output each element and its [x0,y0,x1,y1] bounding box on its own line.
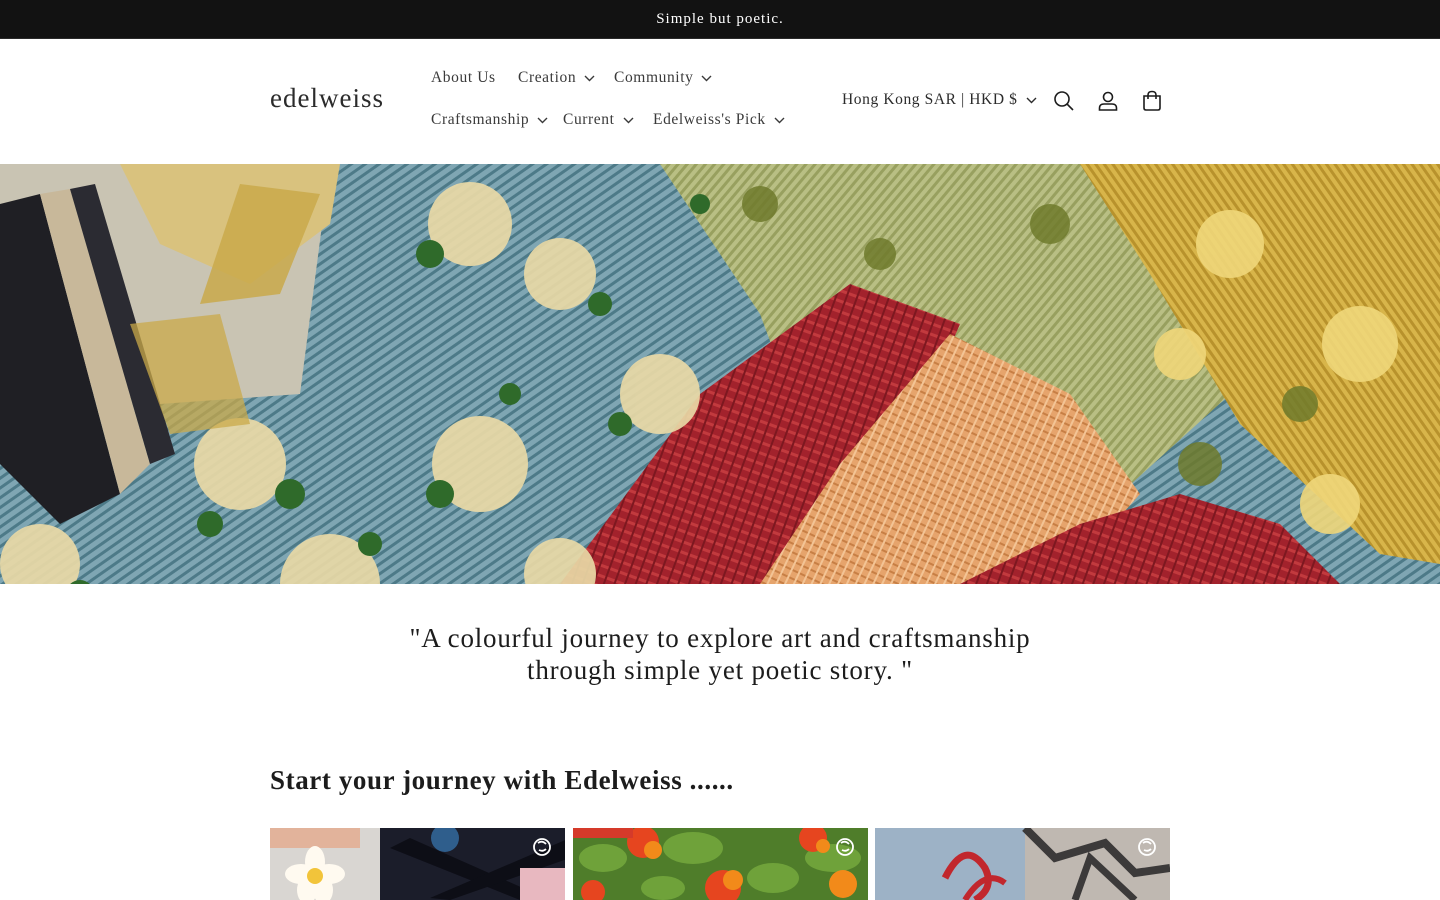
nav-item-label: Current [563,111,615,128]
account-icon[interactable] [1096,89,1120,113]
chevron-down-icon [584,75,595,81]
site-logo[interactable]: edelweiss [270,83,384,114]
hero-banner-image [0,164,1440,584]
nav-item-label: Creation [518,69,577,86]
search-icon[interactable] [1052,89,1076,113]
country-selector[interactable]: Hong Kong SAR | HKD $ [842,91,1037,109]
instagram-post-card[interactable] [270,828,565,900]
nav-item-label: About Us [431,69,496,86]
quote-line: "A colourful journey to explore art and … [409,623,1031,653]
chevron-down-icon [623,117,634,123]
nav-item-community[interactable]: Community [614,69,712,87]
nav-item-edelweiss-pick[interactable]: Edelweiss's Pick [653,111,785,129]
chevron-down-icon [1026,97,1037,103]
nav-item-label: Edelweiss's Pick [653,111,766,128]
cart-icon[interactable] [1140,89,1164,113]
announcement-text: Simple but poetic. [656,10,784,27]
site-header: edelweiss About Us Creation Community Cr… [0,39,1440,164]
chevron-down-icon [701,75,712,81]
instagram-reel-icon [1138,838,1156,856]
country-selector-label: Hong Kong SAR | HKD $ [842,91,1018,108]
nav-item-label: Community [614,69,694,86]
frangipani-photo [270,828,565,900]
announcement-bar: Simple but poetic. [0,0,1440,39]
nav-item-creation[interactable]: Creation [518,69,595,87]
nav-item-current[interactable]: Current [563,111,634,129]
quote-line: through simple yet poetic story. " [527,655,913,685]
brand-quote: "A colourful journey to explore art and … [360,622,1080,686]
nav-item-about-us[interactable]: About Us [431,69,496,87]
instagram-reel-icon [533,838,551,856]
instagram-post-card[interactable] [875,828,1170,900]
section-title: Start your journey with Edelweiss ...... [270,765,734,795]
nav-item-label: Craftsmanship [431,111,530,128]
chevron-down-icon [537,117,548,123]
embroidered-fabric-illustration [0,164,1440,584]
instagram-reel-icon [836,838,854,856]
orange-flowers-photo [573,828,868,900]
nav-item-craftsmanship[interactable]: Craftsmanship [431,111,548,129]
sketch-card-photo [875,828,1170,900]
instagram-post-card[interactable] [573,828,868,900]
chevron-down-icon [774,117,785,123]
